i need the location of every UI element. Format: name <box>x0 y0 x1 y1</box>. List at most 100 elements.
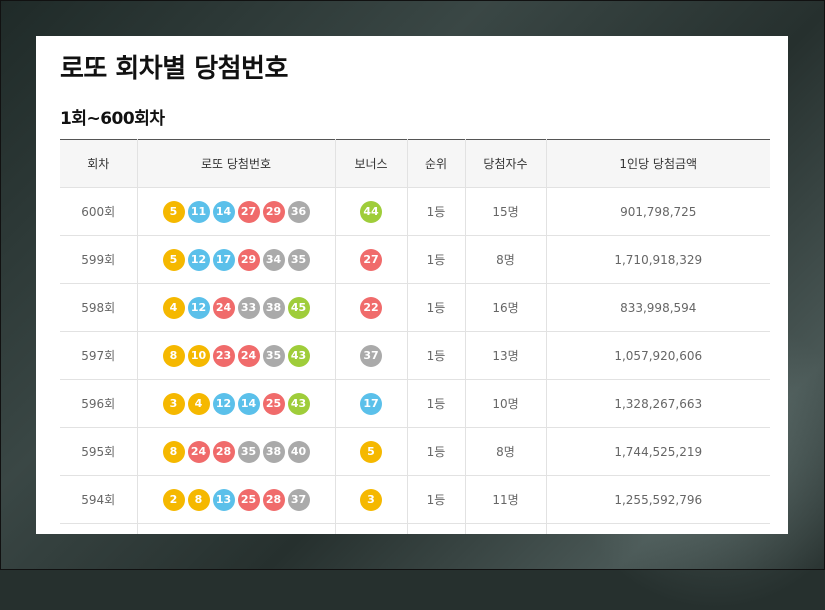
bonus-ball: 5 <box>360 440 382 463</box>
number-balls: 5 11 14 27 29 36 <box>138 200 335 223</box>
bonus-cell: 3 <box>334 475 408 524</box>
table-row: 599회 5 12 17 29 34 35 27 1등 8명 1,710,918,329 <box>60 235 770 284</box>
table-row: 597회 8 10 23 24 35 43 37 1등 13명 1,057,920,606 <box>60 331 770 380</box>
numbers-cell: 5 12 17 29 34 35 <box>136 235 336 284</box>
empty-cell <box>334 523 408 534</box>
bonus-ball-wrap: 44 <box>336 200 407 223</box>
number-ball: 5 <box>162 200 185 223</box>
round-cell: 596회 <box>60 379 138 428</box>
number-ball: 36 <box>287 200 310 223</box>
number-ball: 34 <box>262 248 285 271</box>
bonus-ball-wrap: 27 <box>336 248 407 271</box>
numbers-cell: 4 12 24 33 38 45 <box>136 283 336 332</box>
numbers-cell: 8 24 28 35 38 40 <box>136 427 336 476</box>
table-body: 600회 5 11 14 27 29 36 44 1등 15명 901,798,725 599회 5 12… <box>60 187 770 534</box>
number-ball: 25 <box>237 488 260 511</box>
prize-cell: 833,998,594 <box>545 283 770 332</box>
number-ball: 8 <box>162 440 185 463</box>
table-row: 596회 3 4 12 14 25 43 17 1등 10명 1,328,267,663 <box>60 379 770 428</box>
bonus-ball-wrap: 37 <box>336 344 407 367</box>
rank-cell: 1등 <box>406 283 466 332</box>
bonus-ball: 44 <box>360 200 382 223</box>
rank-cell: 1등 <box>406 379 466 428</box>
prize-cell: 1,744,525,219 <box>545 427 770 476</box>
table-row: 595회 8 24 28 35 38 40 5 1등 8명 1,744,525,219 <box>60 427 770 476</box>
prize-cell: 1,328,267,663 <box>545 379 770 428</box>
number-ball: 29 <box>262 200 285 223</box>
rank-cell: 1등 <box>406 235 466 284</box>
prize-cell: 1,255,592,796 <box>545 475 770 524</box>
table-row: 598회 4 12 24 33 38 45 22 1등 16명 833,998,594 <box>60 283 770 332</box>
number-ball: 38 <box>262 296 285 319</box>
prize-cell: 1,710,918,329 <box>545 235 770 284</box>
table-row: 600회 5 11 14 27 29 36 44 1등 15명 901,798,725 <box>60 187 770 236</box>
number-ball: 12 <box>187 248 210 271</box>
number-ball: 35 <box>262 344 285 367</box>
number-ball: 35 <box>237 440 260 463</box>
number-ball: 8 <box>162 344 185 367</box>
number-ball: 24 <box>237 344 260 367</box>
header-winners: 당첨자수 <box>464 139 547 188</box>
empty-cell <box>406 523 466 534</box>
number-ball: 10 <box>187 344 210 367</box>
number-ball: 12 <box>212 392 235 415</box>
number-ball: 43 <box>287 392 310 415</box>
number-ball: 33 <box>237 296 260 319</box>
bonus-ball: 37 <box>360 344 382 367</box>
prize-cell: 901,798,725 <box>545 187 770 236</box>
winning-numbers-table: 회차 로또 당첨번호 보너스 순위 당첨자수 1인당 당첨금액 600회 5 11 1… <box>60 139 770 534</box>
page-title: 로또 회차별 당첨번호 <box>60 54 288 84</box>
empty-cell <box>136 523 336 534</box>
number-ball: 29 <box>237 248 260 271</box>
table-row: 594회 2 8 13 25 28 37 3 1등 11명 1,255,592,796 <box>60 475 770 524</box>
number-ball: 28 <box>212 440 235 463</box>
round-cell: 597회 <box>60 331 138 380</box>
winners-cell: 10명 <box>464 379 547 428</box>
number-ball: 17 <box>212 248 235 271</box>
winners-cell: 8명 <box>464 427 547 476</box>
header-bonus: 보너스 <box>334 139 408 188</box>
bonus-cell: 27 <box>334 235 408 284</box>
bonus-ball: 27 <box>360 248 382 271</box>
table-header-row: 회차 로또 당첨번호 보너스 순위 당첨자수 1인당 당첨금액 <box>60 139 770 188</box>
rank-cell: 1등 <box>406 475 466 524</box>
bonus-cell: 37 <box>334 331 408 380</box>
numbers-cell: 2 8 13 25 28 37 <box>136 475 336 524</box>
number-ball: 4 <box>187 392 210 415</box>
number-balls: 4 12 24 33 38 45 <box>138 296 335 319</box>
rank-cell: 1등 <box>406 427 466 476</box>
empty-cell <box>464 523 547 534</box>
numbers-cell: 5 11 14 27 29 36 <box>136 187 336 236</box>
number-ball: 2 <box>162 488 185 511</box>
bonus-cell: 5 <box>334 427 408 476</box>
bonus-cell: 17 <box>334 379 408 428</box>
number-ball: 3 <box>162 392 185 415</box>
winners-cell: 15명 <box>464 187 547 236</box>
number-ball: 35 <box>287 248 310 271</box>
numbers-cell: 3 4 12 14 25 43 <box>136 379 336 428</box>
number-ball: 25 <box>262 392 285 415</box>
round-cell: 598회 <box>60 283 138 332</box>
number-ball: 11 <box>187 200 210 223</box>
number-balls: 3 4 12 14 25 43 <box>138 392 335 415</box>
number-ball: 27 <box>237 200 260 223</box>
number-ball: 13 <box>212 488 235 511</box>
number-ball: 14 <box>237 392 260 415</box>
number-ball: 12 <box>187 296 210 319</box>
bonus-cell: 22 <box>334 283 408 332</box>
winners-cell: 13명 <box>464 331 547 380</box>
number-ball: 24 <box>187 440 210 463</box>
header-rank: 순위 <box>406 139 466 188</box>
bonus-ball: 22 <box>360 296 382 319</box>
number-ball: 28 <box>262 488 285 511</box>
winners-cell: 8명 <box>464 235 547 284</box>
prize-cell: 1,057,920,606 <box>545 331 770 380</box>
round-cell: 594회 <box>60 475 138 524</box>
round-cell: 599회 <box>60 235 138 284</box>
bonus-ball-wrap: 5 <box>336 440 407 463</box>
number-ball: 40 <box>287 440 310 463</box>
header-prize: 1인당 당첨금액 <box>545 139 770 188</box>
number-ball: 45 <box>287 296 310 319</box>
table-row-partial <box>60 523 770 534</box>
bonus-cell: 44 <box>334 187 408 236</box>
